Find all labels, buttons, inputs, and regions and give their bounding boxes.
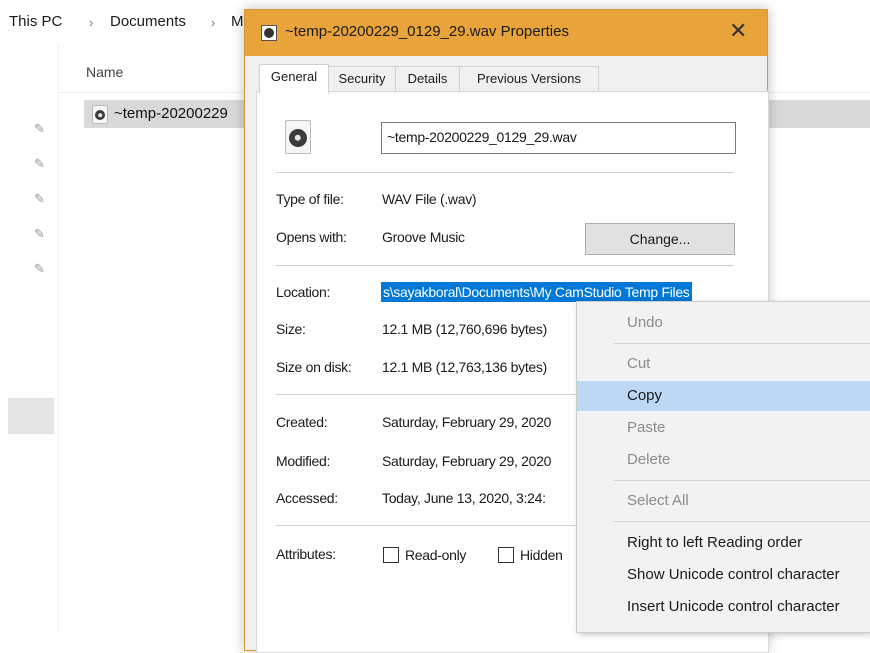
menu-item-delete[interactable]: Delete [577, 445, 870, 475]
pin-icon[interactable]: ✎ [34, 192, 48, 206]
wav-file-icon [261, 25, 277, 41]
menu-item-label: Right to left Reading order [627, 534, 803, 551]
divider [276, 172, 734, 173]
hidden-label: Hidden [520, 547, 563, 563]
size-value: 12.1 MB (12,760,696 bytes) [382, 321, 547, 337]
menu-item-cut[interactable]: Cut [577, 349, 870, 379]
nav-pane-divider [58, 44, 59, 631]
modified-label: Modified: [276, 453, 331, 469]
pin-icon[interactable]: ✎ [34, 262, 48, 276]
breadcrumb-folder[interactable]: M [231, 13, 244, 30]
divider [276, 265, 734, 266]
dialog-title: ~temp-20200229_0129_29.wav Properties [285, 23, 569, 40]
location-value[interactable]: s\sayakboral\Documents\My CamStudio Temp… [381, 282, 692, 302]
breadcrumb-documents[interactable]: Documents [110, 13, 186, 30]
column-header-name[interactable]: Name [86, 64, 123, 80]
tab-security[interactable]: Security [328, 66, 396, 92]
menu-item-label: Undo [627, 314, 663, 331]
size-on-disk-label: Size on disk: [276, 359, 352, 375]
close-icon[interactable]: ✕ [729, 18, 747, 44]
pin-icon[interactable]: ✎ [34, 157, 48, 171]
menu-separator [613, 521, 870, 522]
menu-item-copy[interactable]: Copy [577, 381, 870, 411]
menu-item-paste[interactable]: Paste [577, 413, 870, 443]
accessed-label: Accessed: [276, 490, 338, 506]
menu-separator [613, 480, 870, 481]
tab-general[interactable]: General [259, 64, 329, 94]
created-value: Saturday, February 29, 2020 [382, 414, 552, 430]
menu-item-label: Copy [627, 387, 663, 404]
breadcrumb-separator: › [211, 15, 216, 30]
hidden-checkbox[interactable] [498, 547, 514, 563]
menu-separator [613, 343, 870, 344]
tab-details[interactable]: Details [395, 66, 460, 92]
wav-file-icon [285, 120, 311, 154]
file-name: ~temp-20200229 [114, 105, 228, 122]
menu-item-label: Select All [627, 492, 689, 509]
readonly-label: Read-only [405, 547, 467, 563]
accessed-value: Today, June 13, 2020, 3:24: [382, 490, 546, 506]
menu-item-label: Cut [627, 355, 651, 372]
filename-input[interactable]: ~temp-20200229_0129_29.wav [381, 122, 736, 154]
location-label: Location: [276, 284, 331, 300]
pin-icon[interactable]: ✎ [34, 227, 48, 241]
menu-item-show-unicode[interactable]: Show Unicode control character [577, 560, 870, 590]
menu-item-label: Delete [627, 451, 671, 468]
menu-item-label: Show Unicode control character [627, 566, 840, 583]
menu-item-label: Paste [627, 419, 666, 436]
menu-item-undo[interactable]: Undo [577, 308, 870, 338]
menu-item-label: Insert Unicode control character [627, 598, 840, 615]
context-menu: Undo Cut Copy Paste Delete Select All Ri… [576, 301, 870, 633]
wav-file-icon [92, 105, 108, 124]
tab-previous-versions[interactable]: Previous Versions [459, 66, 599, 92]
type-label: Type of file: [276, 191, 344, 207]
modified-value: Saturday, February 29, 2020 [382, 453, 552, 469]
readonly-checkbox[interactable] [383, 547, 399, 563]
pin-icon[interactable]: ✎ [34, 122, 48, 136]
opens-value: Groove Music [382, 229, 465, 245]
size-on-disk-value: 12.1 MB (12,763,136 bytes) [382, 359, 547, 375]
menu-item-insert-unicode[interactable]: Insert Unicode control character [577, 592, 870, 622]
breadcrumb-this-pc[interactable]: This PC [9, 13, 62, 30]
filename-value: ~temp-20200229_0129_29.wav [387, 129, 577, 145]
opens-label: Opens with: [276, 229, 347, 245]
created-label: Created: [276, 414, 328, 430]
menu-item-select-all[interactable]: Select All [577, 486, 870, 516]
breadcrumb-separator: › [89, 15, 94, 30]
attributes-label: Attributes: [276, 546, 336, 562]
menu-item-rtl[interactable]: Right to left Reading order [577, 528, 870, 558]
nav-pane-selection[interactable] [8, 398, 54, 434]
dialog-titlebar[interactable]: ~temp-20200229_0129_29.wav Properties ✕ [245, 10, 767, 56]
type-value: WAV File (.wav) [382, 191, 477, 207]
change-button[interactable]: Change... [585, 223, 735, 255]
size-label: Size: [276, 321, 306, 337]
